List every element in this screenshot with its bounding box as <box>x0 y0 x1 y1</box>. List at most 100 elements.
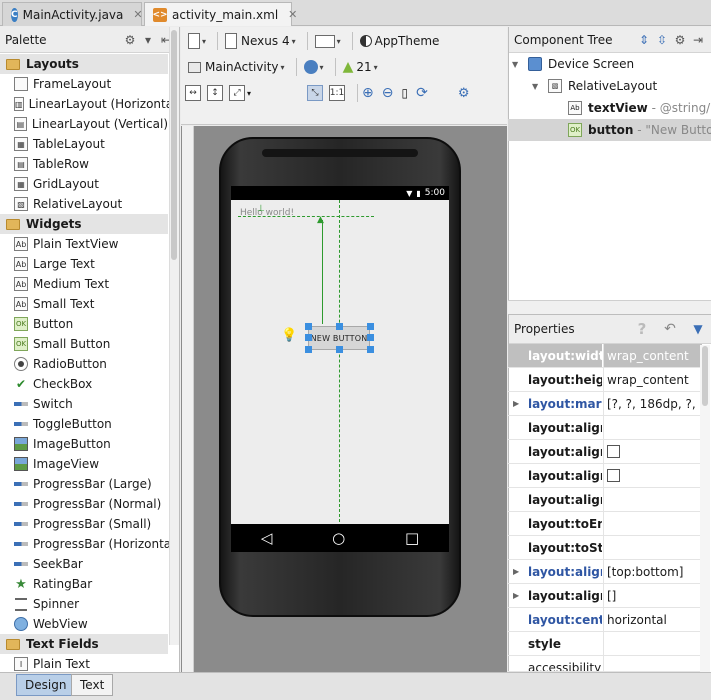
property-row-layout-aligncomponent[interactable]: ▶ layout:alignCo[top:bottom] <box>508 560 702 584</box>
document-icon[interactable]: ▯ <box>401 86 408 100</box>
palette-item-imageview[interactable]: ImageView <box>0 454 168 474</box>
palette-item-progressbar-normal[interactable]: ProgressBar (Normal) <box>0 494 168 514</box>
property-row-layout-alignend[interactable]: layout:alignEr <box>508 416 702 440</box>
property-value[interactable] <box>603 440 702 463</box>
chevron-down-icon[interactable]: ▾ <box>247 89 251 98</box>
orientation-button[interactable]: ▾ <box>312 31 344 51</box>
property-value[interactable]: [top:bottom] <box>603 560 702 583</box>
palette-item-imagebutton[interactable]: ImageButton <box>0 434 168 454</box>
palette-item-large-text[interactable]: Ab Large Text <box>0 254 168 274</box>
device-screen[interactable] <box>231 186 449 524</box>
property-value[interactable]: horizontal <box>603 608 702 631</box>
property-row-layout-width[interactable]: layout:widthwrap_content <box>508 344 702 368</box>
back-icon[interactable]: ◁ <box>261 529 273 547</box>
tree-node-device-screen[interactable]: ▼ Device Screen <box>512 54 634 74</box>
property-row-accessibility[interactable]: accessibilityLi <box>508 656 702 672</box>
palette-item-tablelayout[interactable]: ▦ TableLayout <box>0 134 168 154</box>
property-row-layout-center[interactable]: layout:centerhorizontal <box>508 608 702 632</box>
expand-arrow-icon[interactable]: ▶ <box>513 591 519 600</box>
panel-splitter[interactable] <box>508 300 711 314</box>
palette-item-ratingbar[interactable]: ★ RatingBar <box>0 574 168 594</box>
property-row-layout-alignparent[interactable]: layout:alignPa <box>508 440 702 464</box>
resize-handle[interactable] <box>367 346 374 353</box>
recents-icon[interactable]: □ <box>405 529 419 547</box>
locale-selector[interactable]: ▾ <box>301 57 327 77</box>
palette-item-framelayout[interactable]: FrameLayout <box>0 74 168 94</box>
gear-icon[interactable]: ⚙ <box>672 33 688 47</box>
property-row-layout-height[interactable]: layout:heightwrap_content <box>508 368 702 392</box>
palette-scrollbar-thumb[interactable] <box>171 30 177 260</box>
activity-selector[interactable]: MainActivity ▾ <box>185 57 288 77</box>
zoom-fit-icon[interactable]: 1:1 <box>329 85 346 101</box>
property-value[interactable] <box>603 512 702 535</box>
resize-handle[interactable] <box>305 346 312 353</box>
tab-mainactivity-java[interactable]: C MainActivity.java ✕ <box>2 2 143 26</box>
palette-item-medium-text[interactable]: Ab Medium Text <box>0 274 168 294</box>
resize-icon[interactable]: ⤢ <box>229 85 245 101</box>
filter-icon[interactable]: ▼ <box>690 322 706 336</box>
tab-text[interactable]: Text <box>71 674 114 696</box>
property-value[interactable]: [?, ?, 186dp, ?, ?, ? <box>603 392 702 415</box>
palette-item-webview[interactable]: WebView <box>0 614 168 634</box>
palette-item-checkbox[interactable]: ✔ CheckBox <box>0 374 168 394</box>
property-value[interactable] <box>603 536 702 559</box>
theme-selector[interactable]: AppTheme <box>357 31 443 51</box>
property-row-layout-tostartof[interactable]: layout:toStar <box>508 536 702 560</box>
expand-horizontal-icon[interactable]: ↔ <box>185 85 201 101</box>
tree-node-textview[interactable]: Ab textView - @string/he <box>552 98 711 118</box>
dropdown-caret-icon[interactable]: ▾ <box>140 33 156 47</box>
palette-item-spinner[interactable]: Spinner <box>0 594 168 614</box>
resize-handle[interactable] <box>367 323 374 330</box>
expand-vertical-icon[interactable]: ↕ <box>207 85 223 101</box>
lightbulb-icon[interactable]: 💡 <box>281 328 297 346</box>
palette-item-gridlayout[interactable]: ▦ GridLayout <box>0 174 168 194</box>
expand-arrow-icon[interactable]: ▼ <box>512 60 522 69</box>
resize-handle[interactable] <box>336 346 343 353</box>
property-value[interactable] <box>603 632 702 655</box>
property-row-layout-alignstart[interactable]: layout:alignSt <box>508 488 702 512</box>
expand-arrow-icon[interactable]: ▶ <box>513 399 519 408</box>
resize-handle[interactable] <box>367 334 374 341</box>
property-value[interactable]: wrap_content <box>603 368 702 391</box>
palette-item-progressbar-small[interactable]: ProgressBar (Small) <box>0 514 168 534</box>
palette-item-radiobutton[interactable]: RadioButton <box>0 354 168 374</box>
palette-item-tablerow[interactable]: ▤ TableRow <box>0 154 168 174</box>
palette-item-progressbar-large[interactable]: ProgressBar (Large) <box>0 474 168 494</box>
canvas-scrollbar[interactable] <box>182 126 194 672</box>
palette-item-seekbar[interactable]: SeekBar <box>0 554 168 574</box>
property-value[interactable] <box>603 464 702 487</box>
properties-scrollbar-thumb[interactable] <box>702 346 708 406</box>
checkbox[interactable] <box>607 469 620 482</box>
tree-node-relativelayout[interactable]: ▼ ▧ RelativeLayout <box>532 76 657 96</box>
palette-item-linearlayout-horizontal[interactable]: ▥ LinearLayout (Horizontal) <box>0 94 179 114</box>
close-icon[interactable]: ✕ <box>133 8 142 21</box>
device-config-button[interactable]: ▾ <box>185 31 209 51</box>
tab-activity-main-xml[interactable]: <> activity_main.xml ✕ <box>144 2 297 26</box>
property-value[interactable]: [] <box>603 584 702 607</box>
palette-item-plain-text[interactable]: I Plain Text <box>0 654 168 672</box>
palette-item-switch[interactable]: Switch <box>0 394 168 414</box>
expand-all-icon[interactable]: ⇕ <box>636 33 652 47</box>
hide-panel-icon[interactable]: ⇥ <box>690 33 706 47</box>
expand-arrow-icon[interactable]: ▼ <box>532 82 542 91</box>
refresh-icon[interactable]: ⟳ <box>416 85 428 101</box>
property-value[interactable] <box>603 656 702 671</box>
zoom-in-icon[interactable]: ⊕ <box>362 85 374 101</box>
snap-icon[interactable]: ⤡ <box>307 85 324 101</box>
help-icon[interactable]: ? <box>634 320 650 338</box>
property-row-layout-alignparent[interactable]: layout:alignPa <box>508 464 702 488</box>
tab-design[interactable]: Design <box>16 674 76 696</box>
expand-arrow-icon[interactable]: ▶ <box>513 567 519 576</box>
palette-item-relativelayout[interactable]: ▧ RelativeLayout <box>0 194 168 214</box>
property-row-layout-alignparent-group[interactable]: ▶ layout:alignPa[] <box>508 584 702 608</box>
property-row-style[interactable]: style <box>508 632 702 656</box>
resize-handle[interactable] <box>336 323 343 330</box>
palette-item-togglebutton[interactable]: ToggleButton <box>0 414 168 434</box>
palette-item-small-text[interactable]: Ab Small Text <box>0 294 168 314</box>
resize-handle[interactable] <box>305 334 312 341</box>
palette-category-layouts[interactable]: Layouts <box>0 54 168 74</box>
undo-icon[interactable]: ↶ <box>662 321 678 337</box>
palette-category-widgets[interactable]: Widgets <box>0 214 168 234</box>
zoom-out-icon[interactable]: ⊖ <box>382 85 394 101</box>
property-row-layout-toendof[interactable]: layout:toEndO <box>508 512 702 536</box>
